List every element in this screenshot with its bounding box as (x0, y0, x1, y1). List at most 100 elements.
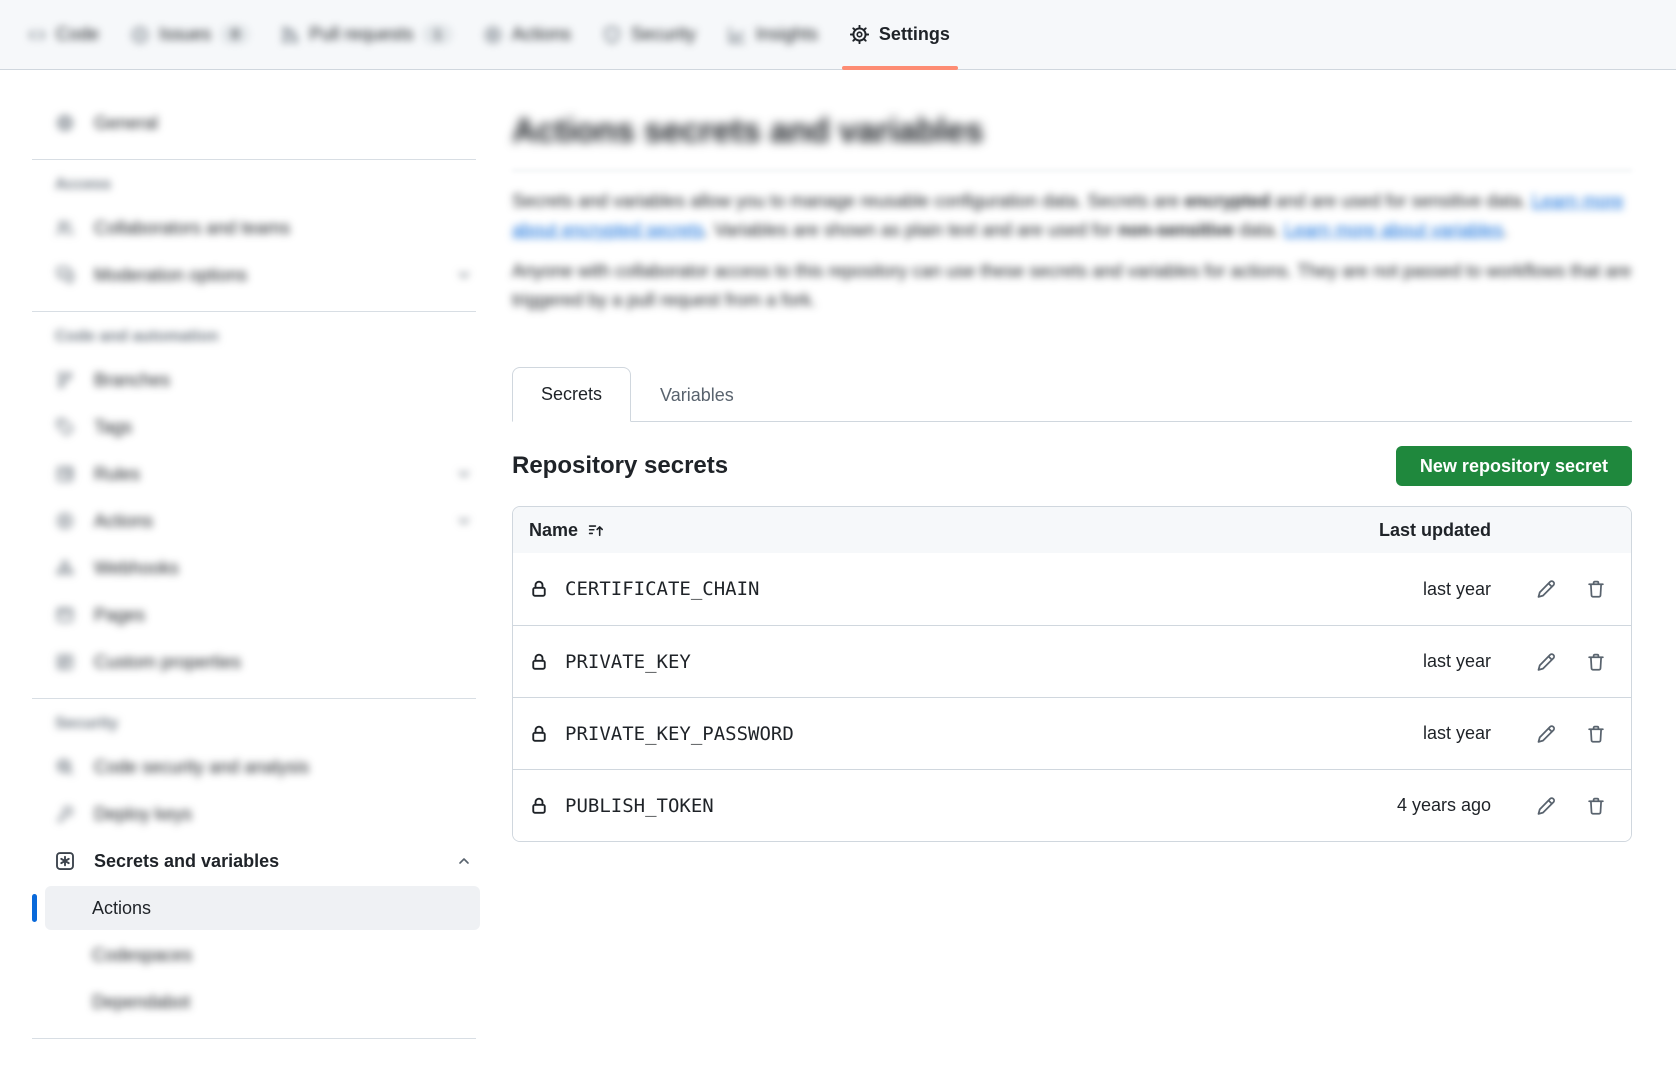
nav-tab-settings[interactable]: Settings (836, 0, 964, 69)
collaborator-access-paragraph: Anyone with collaborator access to this … (512, 257, 1632, 315)
tab-secrets[interactable]: Secrets (512, 367, 631, 422)
secret-name: PRIVATE_KEY_PASSWORD (565, 723, 794, 745)
codescan-icon (55, 758, 75, 776)
nav-tab-insights[interactable]: Insights (714, 0, 832, 69)
edit-secret-button[interactable] (1527, 643, 1565, 681)
sidebar-subitem-actions[interactable]: Actions (45, 886, 480, 930)
sidebar-item-custom-properties[interactable]: Custom properties (45, 640, 480, 684)
page-title: Actions secrets and variables (512, 110, 1632, 152)
webhook-icon (55, 559, 75, 577)
sidebar-item-moderation-options[interactable]: Moderation options (45, 253, 480, 297)
table-header-row: Name Last updated (513, 507, 1631, 553)
intro-text: data. (1234, 220, 1284, 240)
sidebar-item-pages[interactable]: Pages (45, 593, 480, 637)
chevron-up-icon (456, 853, 472, 869)
learn-more-variables-link[interactable]: Learn more about variables (1284, 220, 1503, 240)
sidebar-item-label: Codespaces (92, 945, 472, 966)
lock-icon (529, 724, 549, 744)
delete-secret-button[interactable] (1577, 643, 1615, 681)
pull-requests-count-badge: 1 (423, 25, 451, 44)
name-column-header: Name (529, 520, 578, 541)
sidebar-item-deploy-keys[interactable]: Deploy keys (45, 792, 480, 836)
sidebar-item-label: Tags (94, 417, 472, 438)
sidebar-item-collaborators-and-teams[interactable]: Collaborators and teams (45, 206, 480, 250)
sidebar-subitem-dependabot[interactable]: Dependabot (45, 980, 480, 1024)
nav-tab-label: Code (56, 24, 99, 45)
repo-tab-bar: Code Issues 8 Pull requests 1 Actions Se… (0, 0, 1676, 70)
nav-tab-actions[interactable]: Actions (470, 0, 585, 69)
repository-secrets-heading: Repository secrets (512, 452, 728, 480)
sidebar-item-label: Secrets and variables (94, 851, 437, 872)
sidebar-item-label: Moderation options (94, 265, 437, 286)
sidebar-item-label: Code security and analysis (94, 757, 472, 778)
sidebar-section-code-and-automation: Code and automation (55, 328, 480, 346)
edit-secret-button[interactable] (1527, 787, 1565, 825)
graph-icon (728, 26, 746, 44)
delete-secret-button[interactable] (1577, 570, 1615, 608)
lock-icon (529, 652, 549, 672)
nav-tab-label: Security (631, 24, 696, 45)
sidebar-divider (32, 698, 476, 699)
asterisk-box-icon (55, 851, 75, 871)
secret-name: PRIVATE_KEY (565, 651, 691, 673)
active-item-indicator (32, 894, 37, 922)
nav-tab-pull-requests[interactable]: Pull requests 1 (267, 0, 465, 69)
secret-updated: last year (1361, 579, 1491, 600)
gear-icon (850, 25, 869, 44)
nav-tab-label: Issues (159, 24, 211, 45)
sidebar-section-access: Access (55, 176, 480, 194)
nav-tab-label: Pull requests (309, 24, 413, 45)
edit-secret-button[interactable] (1527, 715, 1565, 753)
intro-paragraph: Secrets and variables allow you to manag… (512, 187, 1632, 245)
nav-tab-issues[interactable]: Issues 8 (117, 0, 263, 69)
sidebar-item-label: Custom properties (94, 652, 472, 673)
sidebar-item-label: Actions (92, 898, 472, 919)
play-circle-icon (55, 512, 75, 530)
sidebar-item-secrets-and-variables[interactable]: Secrets and variables (45, 839, 480, 883)
browser-icon (55, 606, 75, 624)
pencil-icon (1536, 652, 1556, 672)
sidebar-divider (32, 311, 476, 312)
git-branch-icon (55, 371, 75, 389)
delete-secret-button[interactable] (1577, 715, 1615, 753)
chevron-down-icon (456, 513, 472, 529)
nav-tab-security[interactable]: Security (589, 0, 710, 69)
issues-count-badge: 8 (221, 25, 249, 44)
sidebar-subitem-codespaces[interactable]: Codespaces (45, 933, 480, 977)
sidebar-item-label: Actions (94, 511, 437, 532)
shield-icon (603, 26, 621, 44)
sort-ascending-icon[interactable] (588, 522, 605, 539)
new-repository-secret-button[interactable]: New repository secret (1396, 446, 1632, 486)
sidebar-item-label: Rules (94, 464, 437, 485)
sidebar-item-webhooks[interactable]: Webhooks (45, 546, 480, 590)
rules-icon (55, 465, 75, 483)
sidebar-item-label: General (94, 113, 472, 134)
sidebar-item-actions[interactable]: Actions (45, 499, 480, 543)
chevron-down-icon (456, 466, 472, 482)
sidebar-item-branches[interactable]: Branches (45, 358, 480, 402)
tag-icon (55, 418, 75, 436)
secrets-variables-tabnav: Secrets Variables (512, 367, 1632, 422)
sidebar-item-code-security-and-analysis[interactable]: Code security and analysis (45, 745, 480, 789)
nav-tab-code[interactable]: Code (14, 0, 113, 69)
encrypted-bold-text: encrypted (1184, 191, 1270, 211)
sidebar-item-general[interactable]: General (45, 101, 480, 145)
title-divider (512, 170, 1632, 171)
secret-name: PUBLISH_TOKEN (565, 795, 714, 817)
settings-sidebar: General Access Collaborators and teams M… (30, 70, 480, 1051)
trash-icon (1586, 796, 1606, 816)
sidebar-item-tags[interactable]: Tags (45, 405, 480, 449)
edit-secret-button[interactable] (1527, 570, 1565, 608)
nav-tab-label: Settings (879, 24, 950, 45)
secret-row: PRIVATE_KEY last year (513, 625, 1631, 697)
tab-variables[interactable]: Variables (631, 368, 763, 422)
code-icon (28, 26, 46, 44)
delete-secret-button[interactable] (1577, 787, 1615, 825)
sidebar-divider (32, 1038, 476, 1039)
secret-updated: last year (1361, 723, 1491, 744)
key-icon (55, 805, 75, 823)
intro-text: Secrets and variables allow you to manag… (512, 191, 1184, 211)
secret-updated: last year (1361, 651, 1491, 672)
sidebar-item-rules[interactable]: Rules (45, 452, 480, 496)
trash-icon (1586, 652, 1606, 672)
